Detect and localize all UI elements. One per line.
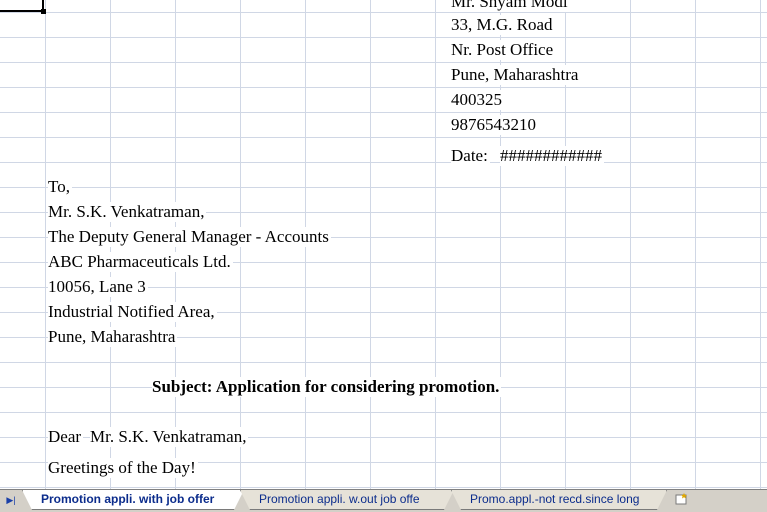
recipient-designation[interactable]: The Deputy General Manager - Accounts [48, 227, 331, 247]
to-label[interactable]: To, [48, 177, 72, 197]
sheet-tab-promotion-with-job-offer[interactable]: Promotion appli. with job offer [22, 490, 244, 510]
sheet-tab-bar: ▶| Promotion appli. with job offer Promo… [0, 489, 767, 512]
sender-address-line1[interactable]: 33, M.G. Road [451, 15, 555, 35]
sender-city-state[interactable]: Pune, Maharashtra [451, 65, 581, 85]
greeting-line[interactable]: Greetings of the Day! [48, 458, 198, 478]
subject-line[interactable]: Subject: Application for considering pro… [152, 377, 502, 397]
sender-name[interactable]: Mr. Shyam Modi [451, 0, 570, 12]
recipient-address-line2[interactable]: Industrial Notified Area, [48, 302, 217, 322]
horizontal-scroll-area[interactable] [690, 490, 767, 512]
salutation-dear[interactable]: Dear [48, 427, 84, 447]
sender-pin[interactable]: 400325 [451, 90, 504, 110]
insert-worksheet-icon[interactable] [674, 492, 690, 506]
sender-address-line2[interactable]: Nr. Post Office [451, 40, 556, 60]
salutation-name[interactable]: Mr. S.K. Venkatraman, [90, 427, 249, 447]
sender-phone[interactable]: 9876543210 [451, 115, 538, 135]
date-label[interactable]: Date: [451, 146, 490, 166]
last-sheet-nav-button[interactable]: ▶| [4, 492, 18, 508]
selected-cell[interactable] [0, 0, 44, 12]
fill-handle[interactable] [41, 9, 46, 14]
recipient-address-line1[interactable]: 10056, Lane 3 [48, 277, 148, 297]
new-sheet-icon [675, 493, 687, 505]
sheet-tab-promotion-without-job-offer[interactable]: Promotion appli. w.out job offe [240, 490, 454, 510]
sheet-tab-promo-not-received[interactable]: Promo.appl.-not recd.since long [451, 490, 667, 510]
worksheet-grid[interactable]: Mr. Shyam Modi 33, M.G. Road Nr. Post Of… [0, 0, 767, 489]
recipient-company[interactable]: ABC Pharmaceuticals Ltd. [48, 252, 233, 272]
date-value[interactable]: ############ [500, 146, 604, 166]
recipient-city-state[interactable]: Pune, Maharashtra [48, 327, 178, 347]
recipient-name[interactable]: Mr. S.K. Venkatraman, [48, 202, 207, 222]
